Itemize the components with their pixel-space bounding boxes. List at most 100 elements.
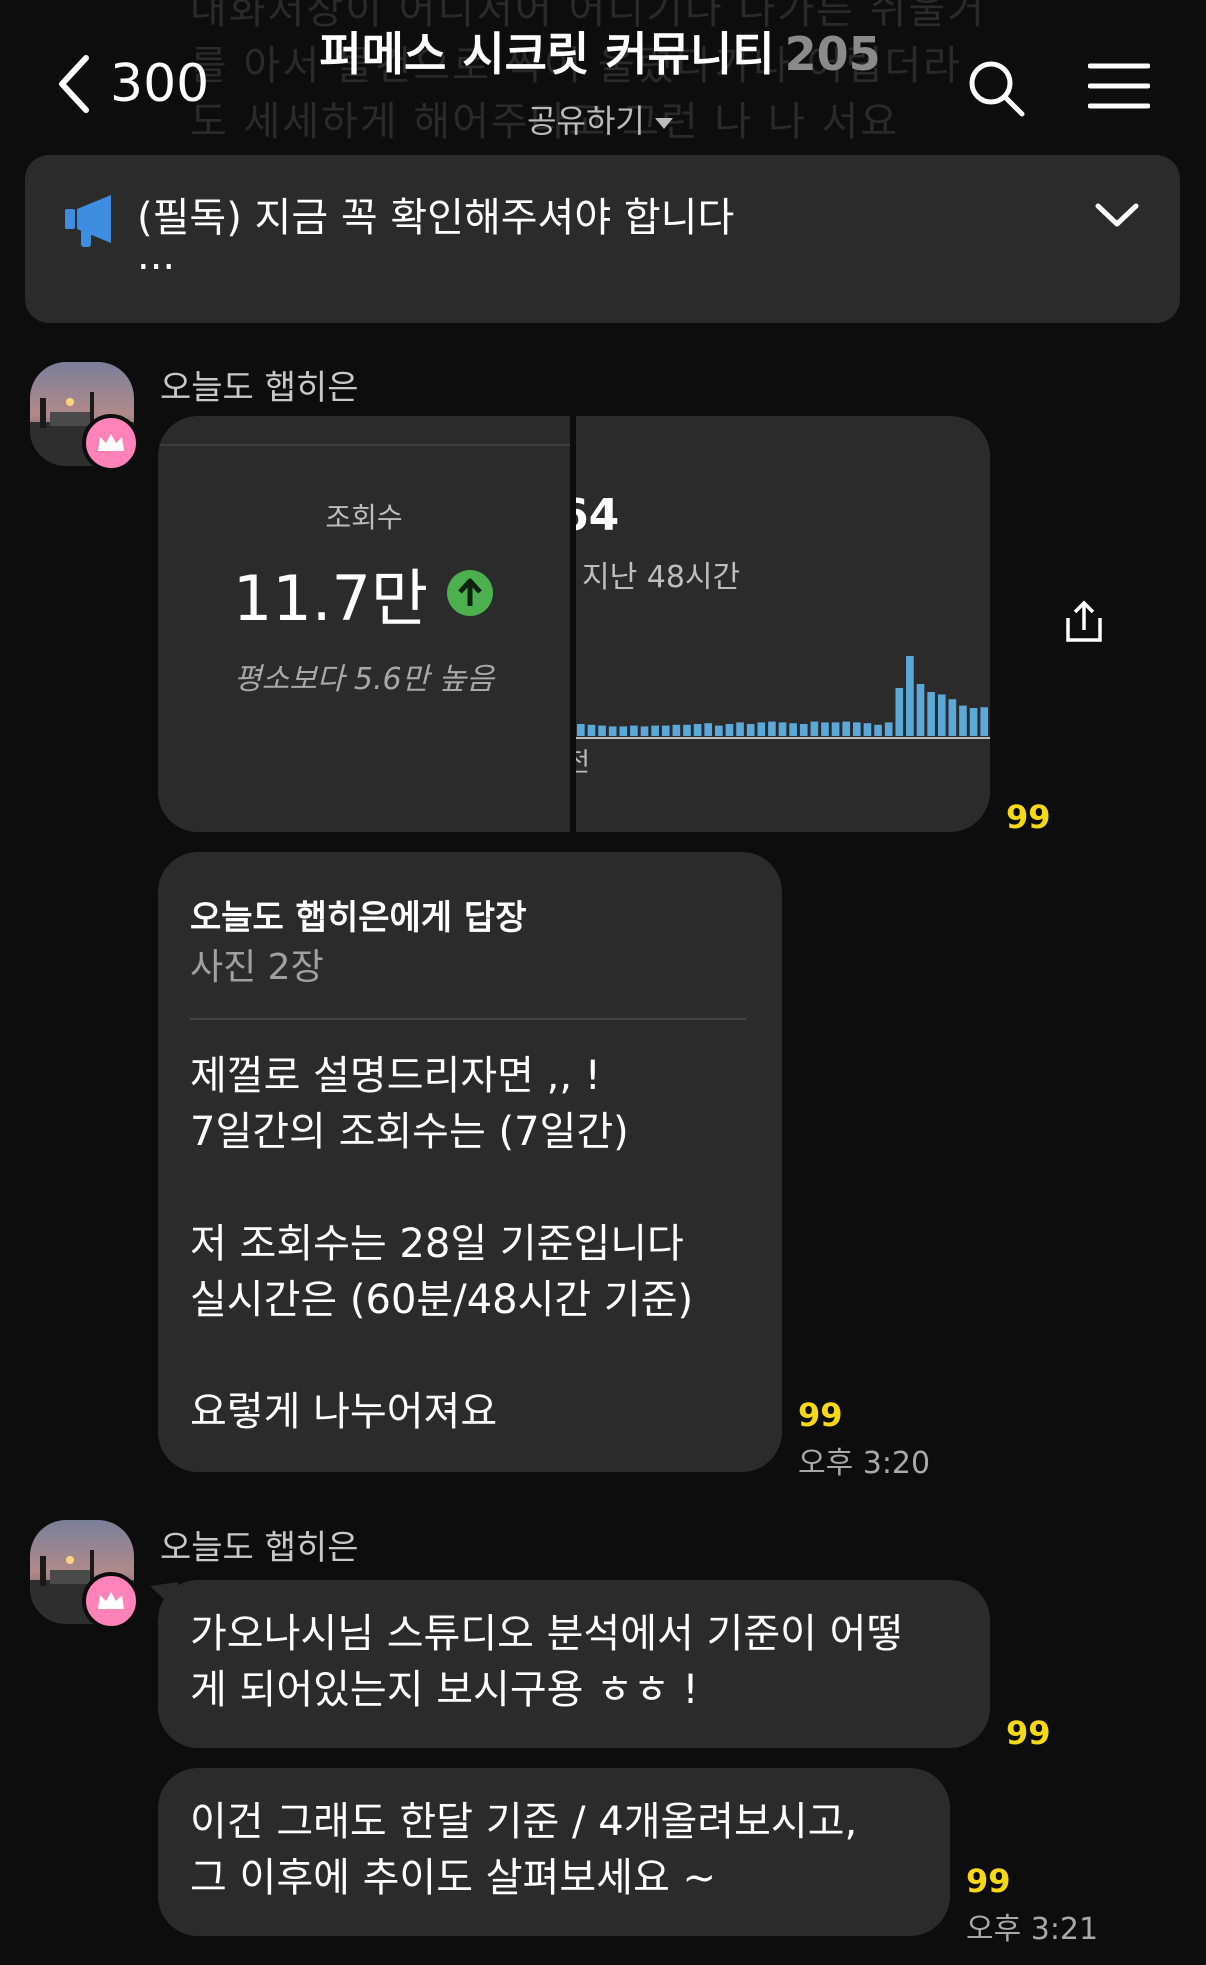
reply-divider (190, 1018, 746, 1020)
notice-more: ... (137, 233, 176, 279)
unread-count: 99 (966, 1862, 1011, 1900)
chart-bar (821, 722, 829, 736)
chart-bar (959, 705, 967, 736)
chat-title: 퍼메스 시크릿 커뮤니티 205 (300, 18, 900, 84)
reply-subtitle: 사진 2장 (190, 947, 324, 988)
message-line: 7일간의 조회수는 (7일간) (190, 1109, 629, 1155)
chart-bar (661, 725, 670, 736)
reply-body: 제껄로 설명드리자면 ,, ! 7일간의 조회수는 (7일간) 저 조회수는 2… (190, 1048, 693, 1440)
message-line: 그 이후에 추이도 살펴보세요 ~ (190, 1855, 716, 1901)
search-icon[interactable] (966, 58, 1026, 118)
unread-count: 99 (1006, 1714, 1051, 1752)
realtime-bar-chart (576, 656, 990, 739)
chart-bar (884, 722, 893, 736)
chart-bar (916, 684, 925, 736)
chart-bar (693, 724, 702, 736)
chart-bar (630, 725, 638, 736)
crown-icon (98, 1592, 124, 1609)
views-label: 조회수 (325, 501, 403, 534)
views-value: 11.7만 (232, 562, 428, 635)
chart-bar (799, 724, 808, 736)
chart-bar (683, 724, 691, 736)
chart-bar (874, 724, 882, 736)
chart-bar (778, 722, 787, 736)
pinned-notice[interactable]: (필독) 지금 꼭 확인해주셔야 합니다 ... (25, 155, 1180, 323)
chart-bar (895, 688, 904, 736)
chart-bar (937, 694, 946, 736)
notice-text: (필독) 지금 꼭 확인해주셔야 합니다 (137, 195, 735, 241)
share-icon[interactable] (1064, 600, 1104, 644)
hamburger-menu-icon[interactable] (1088, 62, 1150, 110)
chart-bar (619, 726, 628, 736)
chat-header: 300 퍼메스 시크릿 커뮤니티 205 공유하기 (0, 0, 1206, 150)
message-line: 이건 그래도 한달 기준 / 4개올려보시고, (190, 1799, 858, 1845)
chart-bar (608, 726, 617, 736)
chart-bar (577, 724, 585, 736)
up-arrow-icon (447, 570, 494, 616)
chart-bar (927, 692, 935, 736)
sender-name: 오늘도 햅히은 (160, 368, 359, 408)
message-line: 실시간은 (60분/48시간 기준) (190, 1277, 694, 1323)
chart-bar (810, 721, 819, 736)
reply-message-bubble[interactable]: 오늘도 햅히은에게 답장 사진 2장 제껄로 설명드리자면 ,, ! 7일간의 … (158, 852, 782, 1472)
divider (158, 444, 570, 446)
message-line: 게 되어있는지 보시구용 ㅎㅎ ! (190, 1667, 699, 1713)
message-line (190, 1160, 693, 1216)
chart-bar (969, 708, 978, 736)
sender-name: 오늘도 햅히은 (160, 1528, 359, 1568)
message-time: 오후 3:21 (966, 1912, 1099, 1947)
unread-count: 99 (798, 1396, 843, 1434)
views-value-row: 11.7만 (158, 548, 570, 638)
message-body: 이건 그래도 한달 기준 / 4개올려보시고, 그 이후에 추이도 살펴보세요 … (190, 1794, 857, 1906)
message-line (190, 1328, 693, 1384)
message-line: 저 조회수는 28일 기준입니다 (190, 1221, 684, 1267)
message-bubble[interactable]: 이건 그래도 한달 기준 / 4개올려보시고, 그 이후에 추이도 살펴보세요 … (158, 1768, 950, 1936)
unread-chats-count: 300 (110, 54, 210, 114)
caret-down-icon (654, 117, 673, 129)
chart-bar (842, 721, 851, 736)
photo-right[interactable]: 64 지난 48시간 전 (576, 416, 990, 832)
message-body: 가오나시님 스튜디오 분석에서 기준이 어떻 게 되어있는지 보시구용 ㅎㅎ ! (190, 1606, 903, 1718)
realtime-period: 지난 48시간 (582, 560, 741, 595)
chat-title-area[interactable]: 퍼메스 시크릿 커뮤니티 205 공유하기 (300, 18, 900, 142)
reply-title: 오늘도 햅히은에게 답장 (190, 898, 527, 938)
views-compare: 평소보다 5.6만 높음 (234, 662, 494, 697)
message-line: 요렇게 나누어져요 (190, 1389, 498, 1435)
share-dropdown[interactable]: 공유하기 (300, 96, 900, 142)
chart-bar (789, 723, 797, 736)
back-arrow-icon (59, 55, 89, 113)
member-count: 205 (784, 27, 881, 81)
chart-bar (853, 722, 861, 736)
message-line: 가오나시님 스튜디오 분석에서 기준이 어떻 (190, 1611, 904, 1657)
crown-badge (82, 414, 140, 472)
message-bubble[interactable]: 가오나시님 스튜디오 분석에서 기준이 어떻 게 되어있는지 보시구용 ㅎㅎ ! (158, 1580, 990, 1748)
chart-bar (704, 723, 713, 736)
chart-bar (906, 656, 914, 736)
megaphone-icon (65, 195, 111, 247)
realtime-value-fragment: 64 (576, 490, 620, 541)
chart-bar (651, 725, 659, 736)
chart-axis-fragment: 전 (576, 748, 590, 778)
room-name: 퍼메스 시크릿 커뮤니티 (319, 27, 775, 81)
chart-bar (587, 724, 596, 736)
crown-icon (98, 434, 124, 451)
chart-bar (672, 724, 681, 736)
chart-bar (736, 722, 744, 736)
photo-left[interactable]: 조회수 11.7만 평소보다 5.6만 높음 (158, 416, 570, 832)
message-time: 오후 3:20 (798, 1446, 931, 1481)
back-button[interactable]: 300 (54, 52, 209, 116)
chart-bar (715, 725, 723, 736)
message-line: 제껄로 설명드리자면 ,, ! (190, 1053, 601, 1099)
chart-bar (980, 707, 989, 736)
chart-bar (863, 723, 872, 736)
chart-bar (948, 699, 957, 736)
chart-bar (831, 722, 840, 736)
chart-bar (725, 724, 734, 736)
chart-bar (757, 722, 766, 736)
share-label: 공유하기 (527, 102, 645, 140)
chart-bar (640, 726, 649, 736)
crown-badge (82, 1572, 140, 1630)
chevron-down-icon[interactable] (1092, 196, 1142, 236)
unread-count: 99 (1006, 798, 1051, 836)
chart-bar (598, 725, 606, 736)
